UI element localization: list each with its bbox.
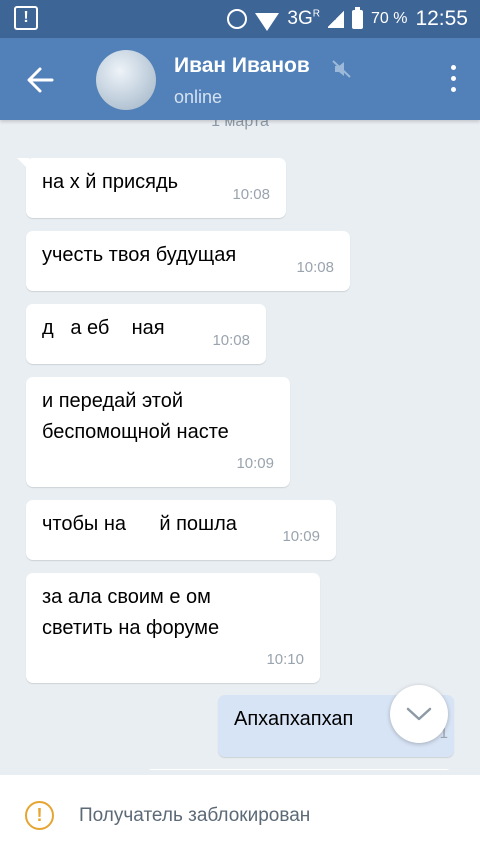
- message-bubble-partial: [146, 769, 452, 770]
- more-vertical-icon: [448, 65, 458, 92]
- back-button[interactable]: [16, 56, 64, 104]
- message-time: 10:08: [232, 186, 270, 203]
- alert-icon: !: [14, 6, 38, 30]
- message-bubble[interactable]: д а еб ная 10:08: [26, 304, 266, 364]
- message-time: 10:08: [296, 259, 334, 276]
- message-bubble[interactable]: за ала своим е ом светить на форуме 10:1…: [26, 573, 320, 683]
- chevron-down-icon: [406, 707, 432, 721]
- mute-icon: [332, 60, 351, 78]
- message-bubble[interactable]: чтобы на й пошла 10:09: [26, 500, 336, 560]
- message-bubble[interactable]: учесть твоя будущая 10:08: [26, 231, 350, 291]
- date-separator: 1 марта: [211, 120, 269, 130]
- back-arrow-icon: [27, 67, 54, 93]
- message-bubble[interactable]: на х й присядь 10:08: [17, 158, 286, 218]
- message-time: 10:09: [282, 528, 320, 545]
- wifi-icon: [255, 13, 280, 31]
- message-list[interactable]: 1 марта на х й присядь 10:08 учесть твоя…: [0, 120, 480, 770]
- scroll-down-button[interactable]: [390, 685, 448, 743]
- message-time: 10:10: [266, 651, 304, 668]
- alarm-icon: [227, 9, 248, 29]
- signal-icon: [327, 10, 344, 28]
- message-text: за ала своим е ом светить на форуме: [42, 586, 220, 639]
- message-time: 10:09: [236, 455, 274, 472]
- warning-icon: !: [25, 801, 54, 830]
- blocked-footer: ! Получатель заблокирован: [0, 775, 480, 854]
- message-text: и передай этой беспомощной насте: [42, 390, 229, 443]
- contact-status: online: [174, 87, 223, 107]
- avatar[interactable]: [96, 50, 156, 110]
- contact-name[interactable]: Иван Иванов: [174, 54, 310, 78]
- clock: 12:55: [415, 7, 468, 30]
- more-menu-button[interactable]: [448, 65, 458, 95]
- message-time: 10:08: [212, 332, 250, 349]
- status-bar: ! 3GR 70 % 12:55: [0, 0, 480, 38]
- chat-header: Иван Иванов online: [0, 38, 480, 120]
- battery-percent: 70 %: [370, 10, 408, 27]
- battery-icon: [351, 6, 363, 29]
- blocked-notice: Получатель заблокирован: [79, 805, 311, 826]
- network-type: 3GR: [287, 8, 320, 29]
- message-bubble[interactable]: и передай этой беспомощной насте 10:09: [26, 377, 290, 487]
- bubble-tail: [17, 158, 29, 170]
